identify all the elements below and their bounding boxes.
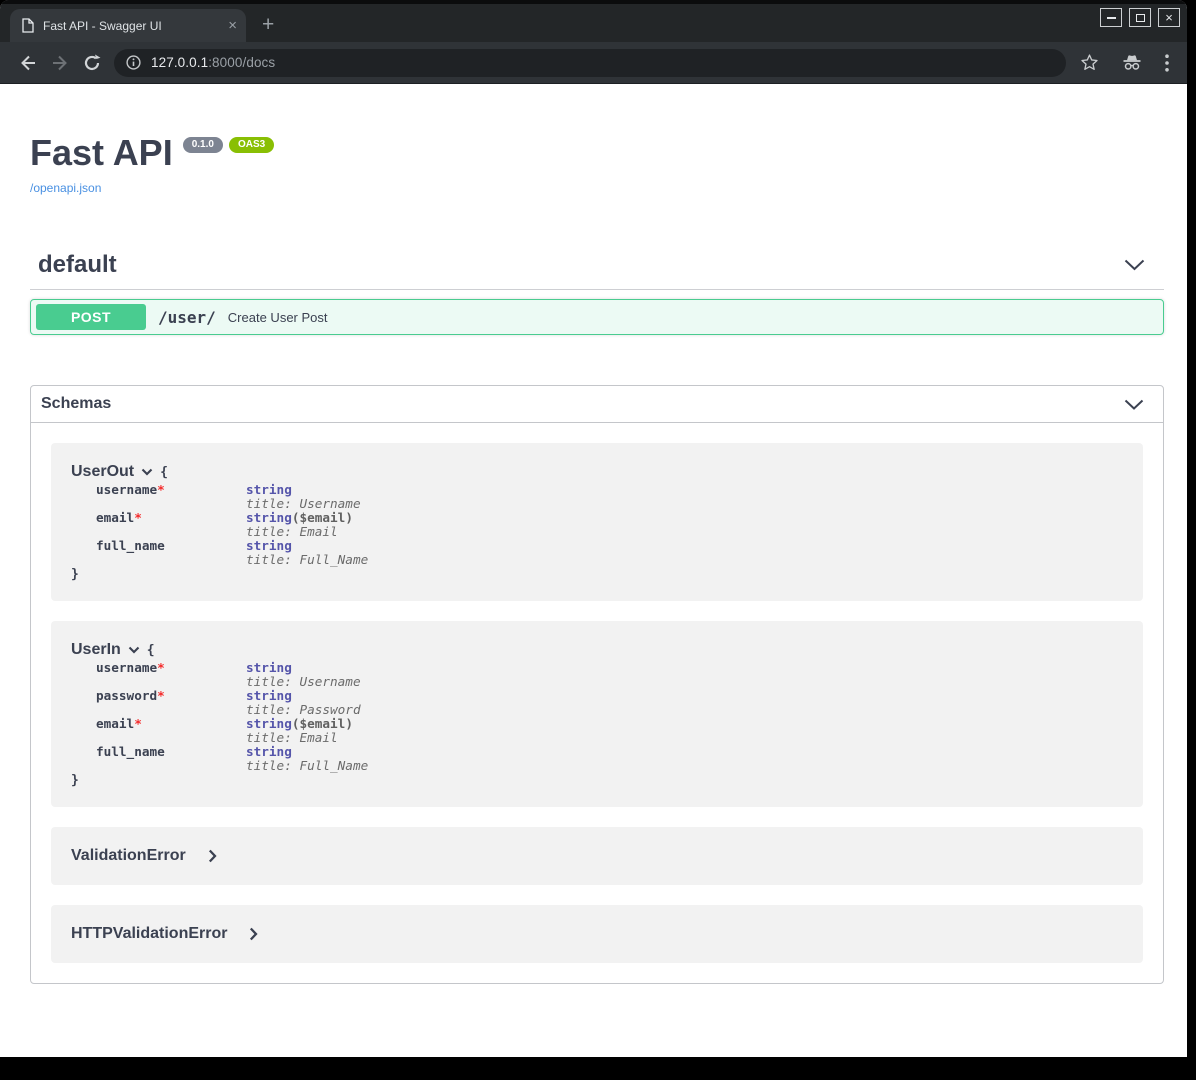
required-star: * — [157, 482, 165, 497]
property-format: ($email) — [292, 510, 353, 525]
model-title[interactable]: UserOut — [71, 463, 134, 481]
info-icon[interactable] — [126, 55, 141, 70]
property-row: email* string($email) title: Email — [96, 511, 368, 539]
url-path: :8000/docs — [208, 55, 275, 70]
chevron-right-icon — [208, 849, 217, 863]
model-title: ValidationError — [71, 847, 186, 865]
property-type: string — [246, 688, 292, 703]
tag-section-default: default POST /user/ Create User Post — [30, 251, 1164, 335]
property-title: title: Password — [246, 703, 368, 717]
tag-name: default — [38, 251, 117, 279]
property-title: title: Email — [246, 731, 368, 745]
property-name: username — [96, 660, 157, 675]
property-type: string — [246, 510, 292, 525]
version-badge: 0.1.0 — [183, 137, 223, 153]
model-validationerror[interactable]: ValidationError — [51, 827, 1143, 885]
required-star: * — [134, 510, 142, 525]
property-row: password* string title: Password — [96, 689, 368, 717]
forward-icon[interactable] — [44, 53, 76, 73]
browser-tab[interactable]: Fast API - Swagger UI × — [10, 9, 246, 42]
property-title: title: Username — [246, 497, 368, 511]
page-icon — [21, 18, 34, 33]
close-icon[interactable]: × — [1158, 8, 1180, 27]
openapi-spec-link[interactable]: /openapi.json — [30, 181, 101, 195]
address-bar[interactable]: 127.0.0.1:8000/docs — [114, 49, 1066, 77]
property-name: password — [96, 688, 157, 703]
browser-window: Fast API - Swagger UI × + × — [0, 0, 1187, 1057]
property-row: full_name string title: Full_Name — [96, 745, 368, 773]
open-brace: { — [160, 465, 168, 480]
property-row: username* string title: Username — [96, 661, 368, 689]
required-star: * — [134, 716, 142, 731]
property-name: full_name — [96, 538, 165, 553]
api-info: Fast API 0.1.0 OAS3 /openapi.json — [30, 132, 1164, 197]
property-name: username — [96, 482, 157, 497]
property-title: title: Full_Name — [246, 759, 368, 773]
url-host: 127.0.0.1 — [151, 55, 208, 70]
close-brace: } — [71, 773, 1123, 787]
model-httpvalidationerror[interactable]: HTTPValidationError — [51, 905, 1143, 963]
tab-title: Fast API - Swagger UI — [43, 19, 219, 33]
property-type: string — [246, 744, 292, 759]
url-text: 127.0.0.1:8000/docs — [151, 55, 275, 70]
menu-kebab-icon[interactable] — [1165, 54, 1169, 72]
method-badge: POST — [36, 304, 146, 330]
property-name: full_name — [96, 744, 165, 759]
property-name: email — [96, 716, 134, 731]
tag-header[interactable]: default — [30, 251, 1164, 290]
required-star: * — [157, 688, 165, 703]
toolbar-actions — [1080, 53, 1169, 72]
property-title: title: Username — [246, 675, 368, 689]
bookmark-star-icon[interactable] — [1080, 53, 1099, 72]
browser-toolbar: 127.0.0.1:8000/docs — [0, 42, 1187, 84]
incognito-icon[interactable] — [1121, 54, 1143, 71]
close-brace: } — [71, 567, 1123, 581]
schemas-title: Schemas — [41, 395, 111, 413]
model-userout: UserOut { username* string title: Userna… — [51, 443, 1143, 601]
chevron-down-icon[interactable] — [141, 468, 153, 476]
reload-icon[interactable] — [76, 53, 108, 73]
property-row: full_name string title: Full_Name — [96, 539, 368, 567]
model-userin: UserIn { username* string title: Usernam… — [51, 621, 1143, 807]
schemas-section: Schemas UserOut { — [30, 385, 1164, 984]
chevron-down-icon[interactable] — [1124, 259, 1145, 271]
operation-path: /user/ — [158, 308, 216, 327]
chevron-down-icon[interactable] — [128, 646, 140, 654]
opblock-post-user[interactable]: POST /user/ Create User Post — [30, 299, 1164, 335]
property-title: title: Email — [246, 525, 368, 539]
model-title: HTTPValidationError — [71, 925, 227, 943]
page-title: Fast API — [30, 132, 173, 173]
property-title: title: Full_Name — [246, 553, 368, 567]
model-title[interactable]: UserIn — [71, 641, 121, 659]
property-type: string — [246, 538, 292, 553]
back-icon[interactable] — [12, 53, 44, 73]
models-list: UserOut { username* string title: Userna… — [31, 423, 1163, 963]
oas3-badge: OAS3 — [229, 137, 274, 153]
new-tab-icon[interactable]: + — [262, 14, 274, 35]
tab-close-icon[interactable]: × — [228, 18, 237, 33]
property-type: string — [246, 716, 292, 731]
swagger-page: Fast API 0.1.0 OAS3 /openapi.json default … — [0, 84, 1187, 1057]
maximize-icon[interactable] — [1129, 8, 1151, 27]
schemas-header[interactable]: Schemas — [31, 386, 1163, 423]
chevron-down-icon[interactable] — [1124, 399, 1144, 410]
property-format: ($email) — [292, 716, 353, 731]
property-type: string — [246, 482, 292, 497]
window-controls: × — [1100, 8, 1180, 27]
tab-strip: Fast API - Swagger UI × + × — [0, 0, 1187, 42]
property-row: email* string($email) title: Email — [96, 717, 368, 745]
operation-summary: Create User Post — [228, 310, 328, 325]
property-row: username* string title: Username — [96, 483, 368, 511]
open-brace: { — [147, 643, 155, 658]
chevron-right-icon — [249, 927, 258, 941]
required-star: * — [157, 660, 165, 675]
property-name: email — [96, 510, 134, 525]
minimize-icon[interactable] — [1100, 8, 1122, 27]
property-type: string — [246, 660, 292, 675]
